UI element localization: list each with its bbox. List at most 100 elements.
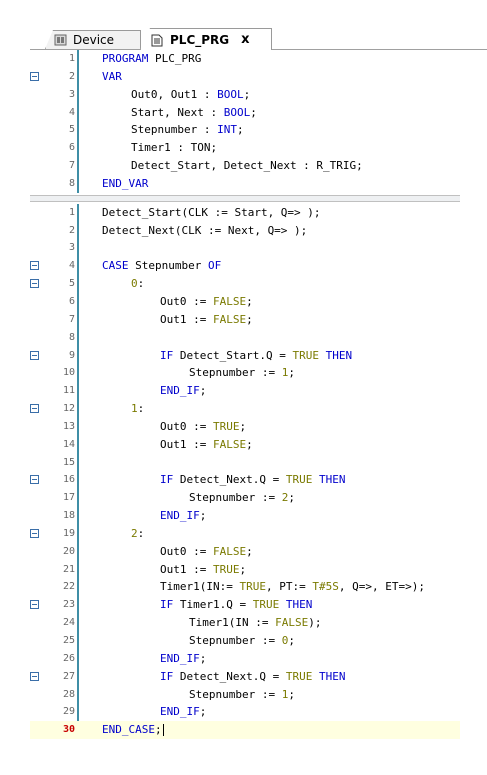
code-token: ; [246, 294, 253, 308]
line-number: 30 [62, 724, 75, 736]
line-number: 4 [68, 260, 75, 272]
code-line[interactable]: 4 CASE Stepnumber OF [30, 257, 460, 275]
collapse-toggle-icon[interactable] [30, 475, 39, 485]
literal-token: TRUE [212, 419, 240, 433]
tab-plc-prg[interactable]: PLC_PRG x [140, 28, 272, 50]
literal-token: 0 [131, 277, 138, 291]
close-tab-icon[interactable]: x [241, 32, 249, 47]
literal-token: FALSE [212, 294, 247, 308]
collapse-toggle-icon[interactable] [30, 528, 39, 538]
pane-splitter[interactable] [30, 194, 460, 202]
line-number: 17 [62, 492, 75, 504]
line-number: 4 [68, 106, 75, 118]
line-number: 27 [62, 670, 75, 682]
code-line[interactable]: 28 Stepnumber := 1; [30, 686, 460, 704]
code-editor[interactable]: 1 PROGRAM PLC_PRG 2 VAR 3 Out0, Out1 : BOOL; 4… [30, 50, 460, 740]
code-line[interactable]: 23 IF Timer1.Q = TRUE THEN [30, 596, 460, 614]
code-token: Stepnumber := [189, 491, 282, 505]
line-number: 23 [62, 599, 75, 611]
code-line[interactable]: 16 IF Detect_Next.Q = TRUE THEN [30, 471, 460, 489]
code-token: Stepnumber [128, 259, 208, 273]
code-line[interactable]: 22 Timer1(IN:= TRUE, PT:= T#5S, Q=>, ET=>… [30, 578, 460, 596]
keyword-token: THEN [325, 348, 353, 362]
code-line[interactable]: 3 Out0, Out1 : BOOL; [30, 86, 460, 104]
code-text: CASE Stepnumber OF [102, 257, 221, 275]
code-line[interactable]: 18 END_IF; [30, 507, 460, 525]
code-text: Out0 := FALSE; [160, 543, 253, 561]
code-line[interactable]: 2 Detect_Next(CLK := Next, Q=> ); [30, 222, 460, 240]
code-line[interactable]: 8 END_VAR [30, 175, 460, 193]
code-line[interactable]: 27 IF Detect_Next.Q = TRUE THEN [30, 668, 460, 686]
literal-token: T#5S [312, 580, 339, 594]
code-text: Stepnumber := 2; [189, 489, 295, 507]
code-line[interactable]: 8 [30, 329, 460, 347]
line-number: 12 [62, 403, 75, 415]
line-number: 7 [68, 313, 75, 325]
code-line[interactable]: 17 Stepnumber := 2; [30, 489, 460, 507]
code-token: Detect_Start(CLK := Start, Q=> ); [102, 205, 321, 219]
code-token: ; [288, 687, 295, 701]
code-line[interactable]: 7 Out1 := FALSE; [30, 311, 460, 329]
code-token: Out0 := [160, 544, 213, 558]
implementation-pane[interactable]: 1 Detect_Start(CLK := Start, Q=> ); 2 Detec… [30, 203, 460, 740]
code-line[interactable]: 19 2: [30, 525, 460, 543]
code-line[interactable]: 1 Detect_Start(CLK := Start, Q=> ); [30, 204, 460, 222]
code-token: ; [288, 634, 295, 647]
code-line[interactable]: 4 Start, Next : BOOL; [30, 104, 460, 122]
code-token: Detect_Start, Detect_Next : R_TRIG; [131, 159, 363, 173]
code-line[interactable]: 11 END_IF; [30, 382, 460, 400]
line-number: 11 [62, 385, 75, 397]
line-number: 5 [68, 124, 75, 136]
code-line[interactable]: 9 IF Detect_Start.Q = TRUE THEN [30, 347, 460, 365]
collapse-toggle-icon[interactable] [30, 350, 39, 360]
code-line[interactable]: 3 [30, 239, 460, 257]
line-number: 6 [68, 295, 75, 307]
collapse-toggle-icon[interactable] [30, 600, 39, 610]
keyword-token: IF [160, 598, 174, 612]
code-line[interactable]: 1 PROGRAM PLC_PRG [30, 50, 460, 68]
code-text: Detect_Start(CLK := Start, Q=> ); [102, 204, 321, 222]
code-token: ; [199, 651, 207, 665]
code-line[interactable]: 7 Detect_Start, Detect_Next : R_TRIG; [30, 157, 460, 175]
line-number: 8 [68, 331, 75, 343]
keyword-token: INT [217, 123, 237, 137]
code-line[interactable]: 6 Out0 := FALSE; [30, 293, 460, 311]
code-line[interactable]: 14 Out1 := FALSE; [30, 436, 460, 454]
code-line[interactable]: 25 Stepnumber := 0; [30, 632, 460, 650]
code-text: END_CASE; [102, 721, 164, 739]
document-icon [151, 34, 164, 46]
declaration-pane[interactable]: 1 PROGRAM PLC_PRG 2 VAR 3 Out0, Out1 : BOOL; 4… [30, 50, 460, 193]
code-token: ; [246, 544, 253, 558]
code-text: IF Timer1.Q = TRUE THEN [160, 596, 312, 614]
code-line[interactable]: 13 Out0 := TRUE; [30, 418, 460, 436]
code-line[interactable]: 12 1: [30, 400, 460, 418]
code-token: ; [288, 491, 295, 505]
collapse-toggle-icon[interactable] [30, 279, 39, 289]
code-token: Detect_Next(CLK := Next, Q=> ); [102, 223, 308, 237]
keyword-token: BOOL [217, 87, 244, 101]
code-line[interactable]: 21 Out1 := TRUE; [30, 561, 460, 579]
code-line[interactable]: 15 [30, 454, 460, 472]
code-token: ); [308, 616, 322, 630]
code-line[interactable]: 26 END_IF; [30, 650, 460, 668]
code-token: PLC_PRG [148, 52, 202, 65]
code-line[interactable]: 10 Stepnumber := 1; [30, 364, 460, 382]
collapse-toggle-icon[interactable] [30, 404, 39, 414]
collapse-toggle-icon[interactable] [30, 71, 39, 81]
code-line[interactable]: 30 END_CASE; [30, 721, 460, 740]
line-number: 14 [62, 438, 75, 450]
line-number: 21 [62, 563, 75, 575]
code-token: ; [236, 123, 244, 137]
tab-device-label: Device [73, 33, 115, 47]
code-line[interactable]: 5 0: [30, 275, 460, 293]
code-line[interactable]: 2 VAR [30, 68, 460, 86]
tab-device[interactable]: Device [45, 30, 141, 49]
collapse-toggle-icon[interactable] [30, 261, 39, 271]
code-line[interactable]: 5 Stepnumber : INT; [30, 121, 460, 139]
collapse-toggle-icon[interactable] [30, 671, 39, 681]
code-line[interactable]: 20 Out0 := FALSE; [30, 543, 460, 561]
code-line[interactable]: 6 Timer1 : TON; [30, 139, 460, 157]
code-text: 1: [131, 400, 144, 418]
code-line[interactable]: 24 Timer1(IN := FALSE); [30, 614, 460, 632]
code-line[interactable]: 29 END_IF; [30, 703, 460, 721]
